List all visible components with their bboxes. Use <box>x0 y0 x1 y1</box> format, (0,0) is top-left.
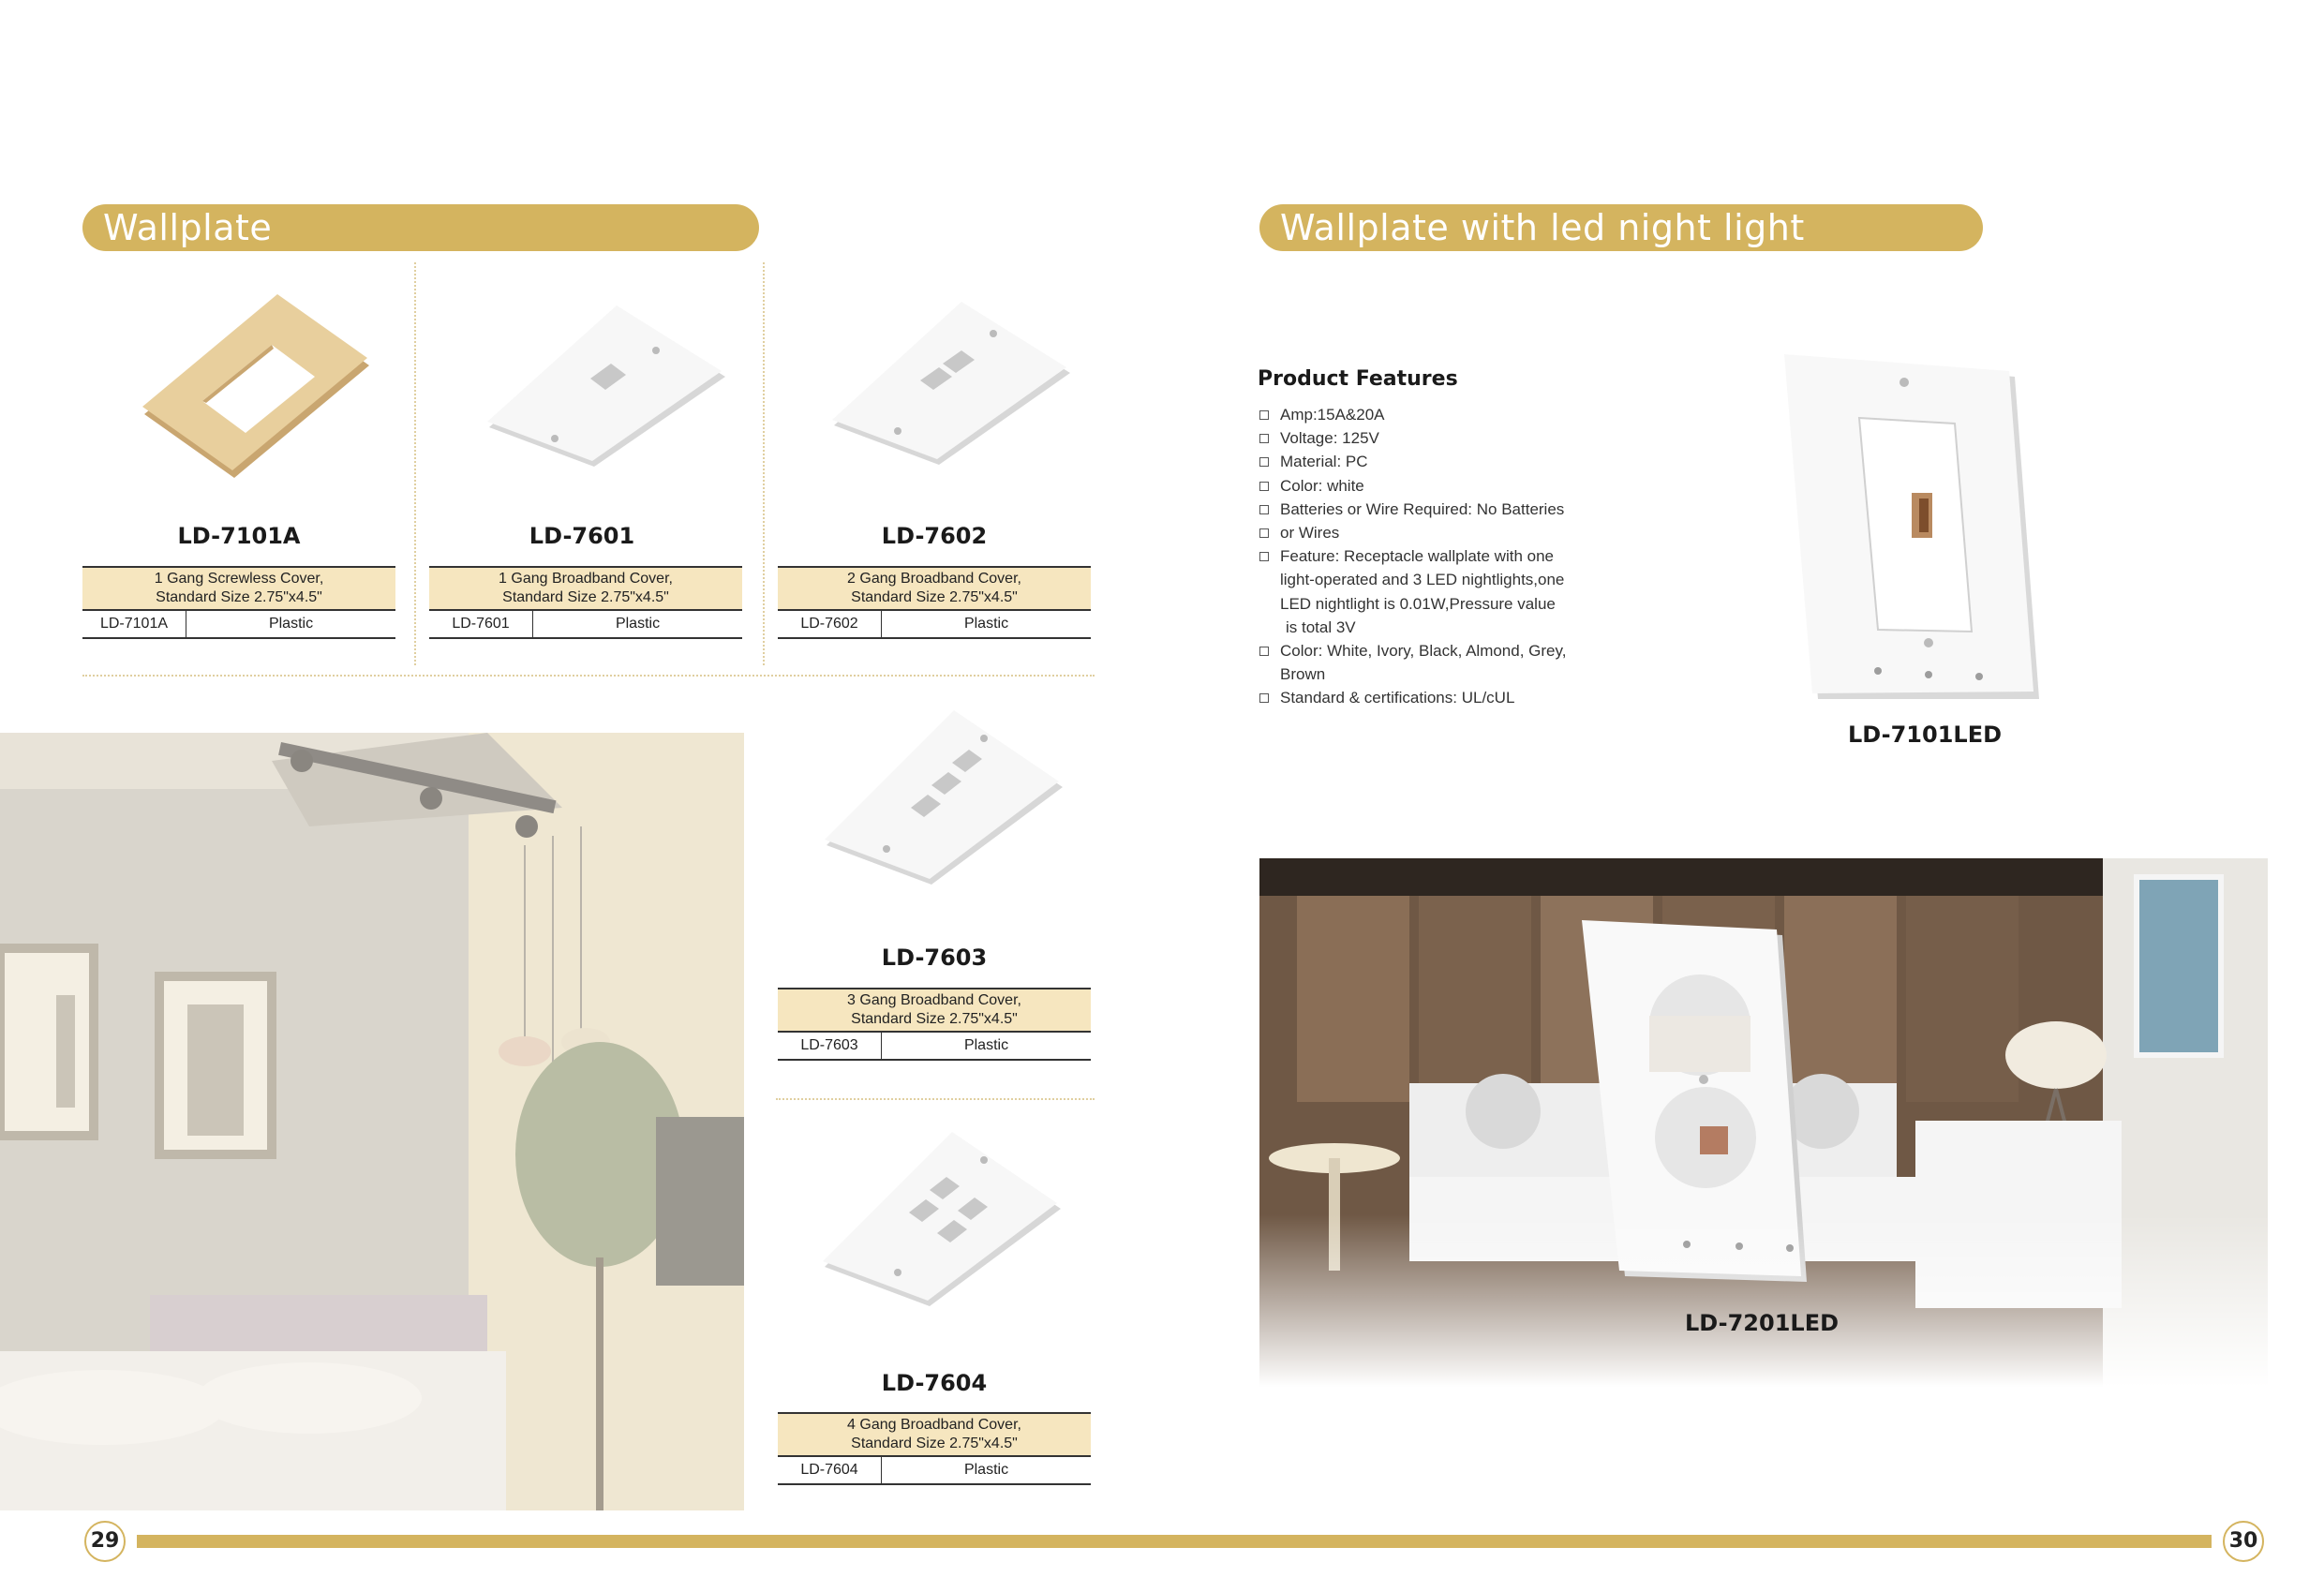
feature-text: Color: white <box>1280 476 1364 495</box>
feature-text: LED nightlight is 0.01W,Pressure value <box>1280 594 1556 613</box>
spec-desc-line: 2 Gang Broadband Cover, <box>847 571 1021 587</box>
spec-desc-line: Standard Size 2.75"x4.5" <box>156 589 322 605</box>
spec-table: 1 Gang Screwless Cover, Standard Size 2.… <box>82 566 395 639</box>
feature-text: or Wires <box>1280 524 1340 543</box>
feature-item: or Wires <box>1258 521 1614 544</box>
model-label: LD-7101A <box>177 523 301 549</box>
feature-text: is total 3V <box>1286 617 1356 636</box>
features-list: Amp:15A&20A Voltage: 125V Material: PC C… <box>1258 403 1614 710</box>
wallplate-ld7101a-image <box>142 294 369 478</box>
spec-row: LD-7601 Plastic <box>429 611 742 639</box>
feature-text: Batteries or Wire Required: No Batteries <box>1280 499 1565 518</box>
wallplate-ld7603-image <box>825 710 1063 885</box>
model-label: LD-7601 <box>529 523 635 549</box>
section-title-wallplate: Wallplate <box>82 204 759 251</box>
spec-table: 1 Gang Broadband Cover, Standard Size 2.… <box>429 566 742 639</box>
spec-description: 2 Gang Broadband Cover, Standard Size 2.… <box>778 566 1091 611</box>
checkbox-icon <box>1259 528 1269 539</box>
feature-text: Standard & certifications: UL/cUL <box>1280 689 1515 707</box>
checkbox-icon <box>1259 481 1269 491</box>
divider <box>763 262 765 665</box>
spec-row: LD-7603 Plastic <box>778 1033 1091 1061</box>
spec-table: 3 Gang Broadband Cover, Standard Size 2.… <box>778 988 1091 1061</box>
feature-text: Amp:15A&20A <box>1280 406 1385 424</box>
spec-code: LD-7101A <box>82 611 186 637</box>
footer-bar <box>137 1535 2212 1548</box>
spec-material: Plastic <box>963 1462 1009 1478</box>
feature-item: Color: White, Ivory, Black, Almond, Grey… <box>1258 639 1614 662</box>
spec-description: 3 Gang Broadband Cover, Standard Size 2.… <box>778 988 1091 1033</box>
feature-text: Feature: Receptacle wallplate with one <box>1280 547 1554 566</box>
spec-desc-line: Standard Size 2.75"x4.5" <box>851 589 1018 605</box>
feature-text: Brown <box>1280 665 1326 684</box>
feature-item: Material: PC <box>1258 450 1614 473</box>
spec-row: LD-7101A Plastic <box>82 611 395 639</box>
spec-desc-line: Standard Size 2.75"x4.5" <box>851 1436 1018 1451</box>
divider <box>776 1098 1095 1100</box>
spec-description: 1 Gang Broadband Cover, Standard Size 2.… <box>429 566 742 611</box>
page-number-left: 29 <box>84 1521 126 1562</box>
checkbox-icon <box>1259 410 1269 420</box>
feature-item-continued: LED nightlight is 0.01W,Pressure value <box>1258 592 1614 616</box>
divider <box>414 262 416 665</box>
checkbox-icon <box>1259 552 1269 562</box>
spec-description: 1 Gang Screwless Cover, Standard Size 2.… <box>82 566 395 611</box>
spec-code: LD-7601 <box>429 611 533 637</box>
spec-code: LD-7602 <box>778 611 882 637</box>
spec-table: 2 Gang Broadband Cover, Standard Size 2.… <box>778 566 1091 639</box>
checkbox-icon <box>1259 647 1269 657</box>
feature-item: Standard & certifications: UL/cUL <box>1258 686 1614 709</box>
spec-desc-line: 4 Gang Broadband Cover, <box>847 1417 1021 1433</box>
feature-item-continued: light-operated and 3 LED nightlights,one <box>1258 568 1614 591</box>
wallplate-ld7602-image <box>832 302 1070 465</box>
spec-row: LD-7604 Plastic <box>778 1457 1091 1485</box>
spec-table: 4 Gang Broadband Cover, Standard Size 2.… <box>778 1412 1091 1485</box>
feature-item: Amp:15A&20A <box>1258 403 1614 426</box>
led-wallplate-ld7101led-image <box>1784 354 2039 699</box>
checkbox-icon <box>1259 434 1269 444</box>
living-room-photo <box>1259 858 2268 1387</box>
feature-text: Material: PC <box>1280 453 1368 471</box>
spec-desc-line: Standard Size 2.75"x4.5" <box>851 1011 1018 1027</box>
features-title: Product Features <box>1258 367 1458 391</box>
feature-text: Color: White, Ivory, Black, Almond, Grey… <box>1280 642 1567 661</box>
spec-row: LD-7602 Plastic <box>778 611 1091 639</box>
spec-desc-line: 1 Gang Screwless Cover, <box>154 571 324 587</box>
feature-item-continued: Brown <box>1258 662 1614 686</box>
bedroom-photo <box>0 733 744 1510</box>
feature-text: light-operated and 3 LED nightlights,one <box>1280 571 1565 589</box>
checkbox-icon <box>1259 504 1269 514</box>
spec-code: LD-7604 <box>778 1457 882 1483</box>
spec-material: Plastic <box>268 616 314 632</box>
spec-material: Plastic <box>615 616 661 632</box>
spec-desc-line: 3 Gang Broadband Cover, <box>847 992 1021 1008</box>
wallplate-ld7604-image <box>823 1132 1061 1306</box>
page-number-right: 30 <box>2223 1521 2264 1562</box>
spec-material: Plastic <box>963 616 1009 632</box>
spec-description: 4 Gang Broadband Cover, Standard Size 2.… <box>778 1412 1091 1457</box>
model-label: LD-7603 <box>881 945 988 971</box>
feature-item: Voltage: 125V <box>1258 426 1614 450</box>
model-label: LD-7604 <box>881 1370 988 1396</box>
model-label: LD-7602 <box>881 523 988 549</box>
model-label: LD-7201LED <box>1684 1310 1840 1336</box>
model-label: LD-7101LED <box>1847 722 2003 748</box>
divider <box>82 675 1095 677</box>
feature-item-continued: is total 3V <box>1258 616 1614 639</box>
feature-text: Voltage: 125V <box>1280 429 1379 448</box>
spec-desc-line: 1 Gang Broadband Cover, <box>499 571 673 587</box>
spec-desc-line: Standard Size 2.75"x4.5" <box>502 589 669 605</box>
feature-item: Feature: Receptacle wallplate with one <box>1258 544 1614 568</box>
feature-item: Batteries or Wire Required: No Batteries <box>1258 498 1614 521</box>
spec-code: LD-7603 <box>778 1033 882 1059</box>
spec-material: Plastic <box>963 1037 1009 1053</box>
feature-item: Color: white <box>1258 474 1614 498</box>
checkbox-icon <box>1259 457 1269 468</box>
section-title-led-wallplate: Wallplate with led night light <box>1259 204 1983 251</box>
wallplate-ld7601-image <box>487 305 725 467</box>
checkbox-icon <box>1259 693 1269 704</box>
